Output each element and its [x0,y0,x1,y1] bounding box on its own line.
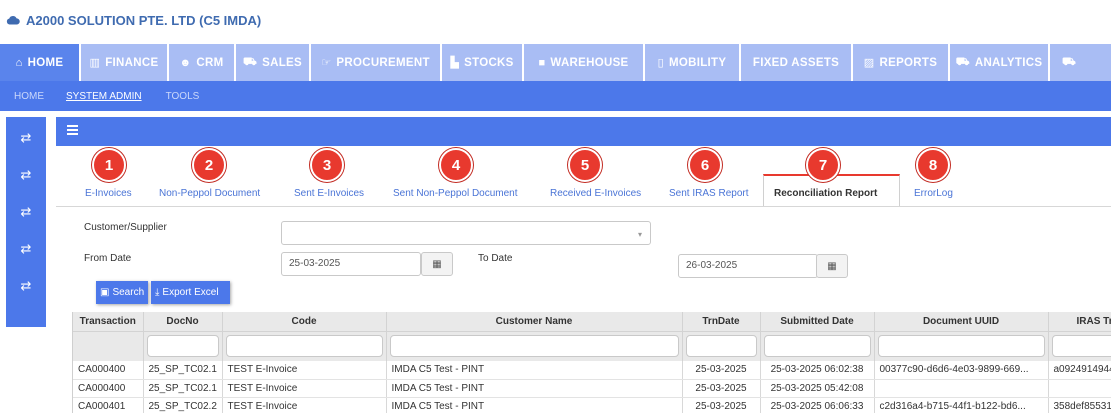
content-header-bar [56,117,1111,146]
table-row[interactable]: CA000400 25_SP_TC02.1 TEST E-Invoice IMD… [73,361,1111,380]
tab-number-badge: 2 [192,148,226,182]
reconciliation-grid: Transaction DocNo Code Customer Name Trn… [72,312,1111,413]
export-excel-button[interactable]: ⤓ Export Excel [151,281,230,304]
tab-label: Reconciliation Report [774,188,878,199]
tab-divider [56,206,1111,207]
menu-home[interactable]: ⌂ HOME [0,44,81,81]
handshake-icon: ☞ [321,57,332,69]
tab-label: Sent IRAS Report [669,188,749,199]
swap-icon[interactable]: ⇄ [21,203,32,240]
tab-number-badge: 1 [92,148,126,182]
customer-supplier-label: Customer/Supplier [84,222,167,233]
menu-finance[interactable]: ▥ FINANCE [81,44,169,81]
swap-icon[interactable]: ⇄ [21,166,32,203]
from-date-label: From Date [84,253,132,264]
column-header[interactable]: Code [222,312,387,332]
chevron-down-icon: ▾ [637,230,642,239]
tab-number-badge: 6 [688,148,722,182]
home-icon: ⌂ [15,56,23,69]
to-date-label: To Date [478,253,513,264]
tab-number-badge: 8 [916,148,950,182]
filter-input[interactable] [685,335,757,358]
tab-number-badge: 7 [806,148,840,182]
main-menu: ⌂ HOME ▥ FINANCE ☻ CRM ⛟ SALES ☞ PROCUREMENT … [0,44,1111,81]
from-date-input[interactable]: 25-03-2025 [281,252,421,276]
menu-analytics[interactable]: ⛟ ANALYTICS [950,44,1050,81]
column-header[interactable]: IRAS Tra [1048,312,1111,332]
swap-icon[interactable]: ⇄ [21,240,32,277]
swap-icon[interactable]: ⇄ [21,277,32,314]
cart-icon: ⛟ [243,55,258,68]
menu-crm[interactable]: ☻ CRM [169,44,236,81]
menu-sales[interactable]: ⛟ SALES [236,44,311,81]
menu-mobility[interactable]: ▯ MOBILITY [645,44,741,81]
filter-input[interactable] [225,335,383,358]
tab-label: ErrorLog [914,188,953,199]
tab-label: E-Invoices [85,188,132,199]
app-title-bar: A2000 SOLUTION PTE. LTD (C5 IMDA) [0,0,1111,40]
table-row[interactable]: CA000401 25_SP_TC02.2 TEST E-Invoice IMD… [73,397,1111,413]
tab-strip: 1 E-Invoices 2 Non-Peppol Document 3 Sen… [56,146,1111,206]
save-icon: ▣ [100,287,110,298]
cloud-icon [6,16,20,25]
filter-input[interactable] [877,335,1045,358]
calendar-icon[interactable]: ▦ [421,252,453,276]
menu-fixed-assets[interactable]: FIXED ASSETS [741,44,853,81]
cart-icon: ⛟ [955,55,970,68]
mobile-icon: ▯ [657,57,664,69]
submenu-tools[interactable]: TOOLS [166,91,200,102]
bar-chart-icon: ▙ [450,57,460,69]
search-button[interactable]: ▣ Search [96,281,148,304]
filter-input[interactable] [1051,335,1111,358]
sub-menu: HOME SYSTEM ADMIN TOOLS [0,81,1111,111]
table-row[interactable]: CA000400 25_SP_TC02.1 TEST E-Invoice IMD… [73,379,1111,398]
tab-label: Sent Non-Peppol Document [393,188,518,199]
swap-icon[interactable]: ⇄ [21,129,32,166]
left-sidebar: ⇄ ⇄ ⇄ ⇄ ⇄ [6,117,46,327]
calendar-icon[interactable]: ▦ [816,254,848,278]
column-header[interactable]: DocNo [143,312,223,332]
menu-more[interactable]: ⛟ [1050,44,1110,81]
filter-input[interactable] [389,335,679,358]
line-chart-icon: ▨ [863,57,875,69]
menu-stocks[interactable]: ▙ STOCKS [442,44,524,81]
customer-supplier-select[interactable]: ▾ [281,221,651,245]
bank-icon: ▥ [89,57,101,69]
column-header[interactable]: Customer Name [386,312,683,332]
filter-input[interactable] [146,335,219,358]
column-header[interactable]: Submitted Date [760,312,875,332]
to-date-input[interactable]: 26-03-2025 [678,254,818,278]
submenu-home[interactable]: HOME [14,91,44,102]
column-header[interactable]: TrnDate [682,312,761,332]
menu-warehouse[interactable]: ■ WAREHOUSE [524,44,645,81]
grid-filter-row [73,331,1111,361]
grid-header-row: Transaction DocNo Code Customer Name Trn… [73,312,1111,332]
cart-icon: ⛟ [1062,55,1077,68]
hamburger-menu-icon[interactable] [67,125,78,135]
menu-reports[interactable]: ▨ REPORTS [853,44,950,81]
warehouse-icon: ■ [538,56,546,69]
tab-label: Sent E-Invoices [294,188,365,199]
submenu-system-admin[interactable]: SYSTEM ADMIN [66,91,142,102]
menu-procurement[interactable]: ☞ PROCUREMENT [311,44,442,81]
tab-label: Non-Peppol Document [159,188,261,199]
tab-label: Received E-Invoices [550,188,642,199]
users-icon: ☻ [179,56,192,69]
filter-input[interactable] [763,335,871,358]
tab-number-badge: 3 [310,148,344,182]
download-icon: ⤓ [155,287,160,298]
column-header[interactable]: Document UUID [874,312,1049,332]
app-title: A2000 SOLUTION PTE. LTD (C5 IMDA) [26,12,262,28]
column-header[interactable]: Transaction [73,312,144,332]
tab-number-badge: 4 [439,148,473,182]
tab-number-badge: 5 [568,148,602,182]
